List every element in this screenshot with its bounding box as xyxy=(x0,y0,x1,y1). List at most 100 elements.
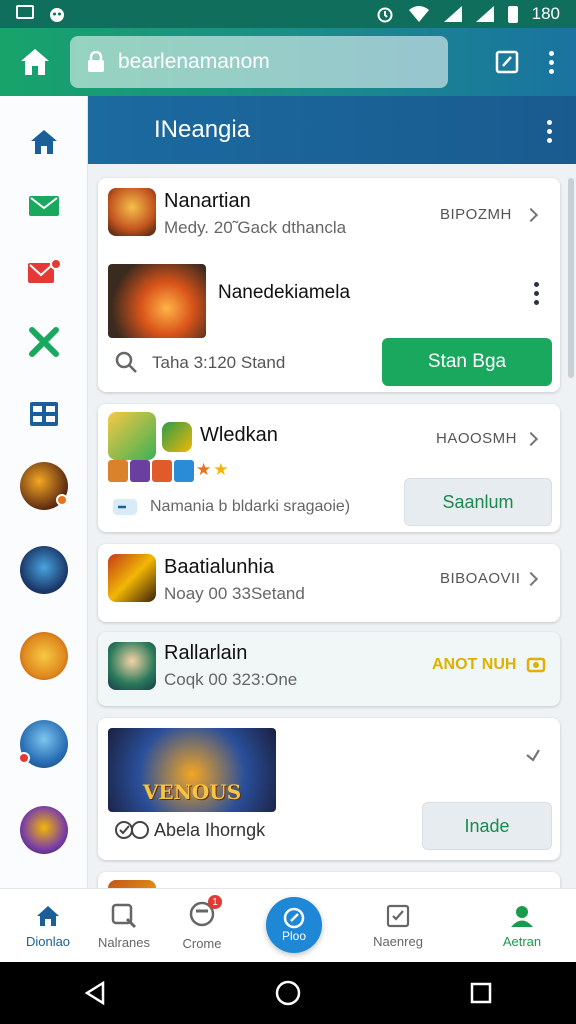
cross-tools-icon xyxy=(29,327,59,357)
mini-avatar xyxy=(108,460,128,482)
primary-action-button[interactable]: Stan Bga xyxy=(382,338,552,386)
grid-icon xyxy=(30,402,58,426)
chevron-right-icon[interactable] xyxy=(523,431,539,447)
nav-item-notifications[interactable]: 1 Crome xyxy=(154,889,250,963)
nav-item-play[interactable]: Ploo xyxy=(266,897,322,953)
chevron-right-icon[interactable] xyxy=(523,207,539,223)
status-label: ANOT NUH xyxy=(432,656,517,673)
checkbox-icon xyxy=(386,904,410,927)
app-subtitle: Noay 00 33Setand xyxy=(164,584,305,603)
collapse-icon[interactable] xyxy=(524,746,542,764)
game-avatar xyxy=(20,806,68,854)
top-app-bar: bearlenamanom xyxy=(0,28,576,96)
app-icon xyxy=(108,642,156,690)
home-icon xyxy=(31,130,57,154)
app-card: VENOUS Abela Ihorngk Inade xyxy=(98,718,560,860)
app-card xyxy=(98,872,560,888)
mini-avatar xyxy=(152,460,172,482)
sidebar-item-grid[interactable] xyxy=(0,386,88,442)
home-icon xyxy=(37,905,59,926)
app-title: Wledkan xyxy=(200,424,278,446)
overflow-menu-icon[interactable] xyxy=(549,50,554,74)
star-icon: ★ xyxy=(213,460,229,479)
edit-icon[interactable] xyxy=(495,50,519,74)
sidebar-item-tools[interactable] xyxy=(0,314,88,370)
section-menu-icon[interactable] xyxy=(547,120,552,143)
status-time: 180 xyxy=(531,4,560,23)
secondary-action-button[interactable]: Saanlum xyxy=(404,478,552,526)
nav-item-account[interactable]: Aetran xyxy=(474,889,570,963)
section-header: INeangia xyxy=(88,96,576,164)
sidebar xyxy=(0,96,88,888)
sidebar-avatar-5[interactable] xyxy=(0,802,88,858)
app-description: Namania b bldarki sragaoie) xyxy=(150,498,351,515)
chat-icon xyxy=(113,499,137,515)
app-meta: HAOOSMH xyxy=(436,430,518,447)
app-card: Wledkan HAOOSMH ★ ★ Namania b bldarki sr… xyxy=(98,404,560,532)
mini-avatar xyxy=(174,460,194,482)
scrollbar[interactable] xyxy=(568,178,574,378)
camera-icon[interactable] xyxy=(526,654,546,674)
sidebar-item-notifications[interactable] xyxy=(0,244,88,300)
sidebar-avatar-1[interactable] xyxy=(0,458,88,514)
more-options-icon[interactable] xyxy=(534,282,539,305)
status-bar: 180 xyxy=(0,0,576,28)
install-button[interactable]: Inade xyxy=(422,802,552,850)
section-title: INeangia xyxy=(154,116,251,143)
sidebar-avatar-4[interactable] xyxy=(0,716,88,772)
search-icon[interactable] xyxy=(114,350,138,374)
home-button[interactable] xyxy=(0,28,70,96)
notification-badge: 1 xyxy=(208,895,222,909)
signal-icon xyxy=(443,6,462,22)
app-icon xyxy=(108,412,156,460)
nav-label: Ploo xyxy=(281,929,307,943)
address-bar[interactable]: bearlenamanom xyxy=(70,36,448,88)
address-url: bearlenamanom xyxy=(118,50,270,73)
search-icon xyxy=(111,903,137,928)
game-avatar xyxy=(20,546,68,594)
game-avatar xyxy=(20,462,68,510)
lock-icon xyxy=(88,51,104,72)
banner-thumbnail[interactable]: VENOUS xyxy=(108,728,276,812)
recents-icon[interactable] xyxy=(470,982,492,1004)
app-list: Nanartian Medy. 20̃ Gack dthancla BIPOZM… xyxy=(88,164,576,888)
app-title: Nanartian xyxy=(164,190,251,212)
signal-icon-2 xyxy=(475,6,494,22)
mini-avatar xyxy=(130,460,150,482)
feature-thumbnail[interactable] xyxy=(108,264,206,338)
app-subtitle: Coqk 00 323:One xyxy=(164,670,298,689)
chevron-right-icon[interactable] xyxy=(523,571,539,587)
banner-caption: Abela Ihorngk xyxy=(154,820,266,840)
banner-text: VENOUS xyxy=(142,780,242,804)
notification-icon-wrap: 1 xyxy=(188,895,222,930)
app-title: Rallarlain xyxy=(164,642,248,664)
app-icon-small xyxy=(162,422,192,452)
mail-icon xyxy=(29,196,59,216)
app-card: Nanartian Medy. 20̃ Gack dthancla BIPOZM… xyxy=(98,178,560,392)
back-icon[interactable] xyxy=(84,981,106,1005)
game-avatar xyxy=(20,632,68,680)
mail-alert-icon xyxy=(28,258,62,283)
app-card: Rallarlain Coqk 00 323:One ANOT NUH xyxy=(98,632,560,706)
search-text: Taha 3:120 Stand xyxy=(152,353,286,372)
home-circle-icon[interactable] xyxy=(275,980,301,1006)
sidebar-avatar-2[interactable] xyxy=(0,542,88,598)
sidebar-item-home[interactable] xyxy=(0,114,88,170)
app-meta: BIBOAOVII xyxy=(440,570,521,587)
app-subtitle: Medy. 20̃ Gack dthancla xyxy=(164,218,347,237)
share-icon[interactable] xyxy=(114,820,150,840)
bottom-navigation: Dionlao Nalranes 1 Crome Ploo Naenreg Ae… xyxy=(0,888,576,962)
screenshot-icon xyxy=(16,5,34,19)
sidebar-item-mail[interactable] xyxy=(0,178,88,234)
star-icon: ★ xyxy=(196,460,212,479)
app-card: Baatialunhia Noay 00 33Setand BIBOAOVII xyxy=(98,544,560,622)
account-icon xyxy=(511,905,533,927)
nav-item-tasks[interactable]: Naenreg xyxy=(350,889,446,963)
system-navigation-bar xyxy=(0,962,576,1024)
wifi-icon xyxy=(408,6,429,22)
battery-icon xyxy=(507,5,518,23)
feature-title: Nanedekiamela xyxy=(218,282,351,303)
nav-label: Nalranes xyxy=(97,934,151,950)
alarm-icon xyxy=(377,7,393,23)
sidebar-avatar-3[interactable] xyxy=(0,628,88,684)
